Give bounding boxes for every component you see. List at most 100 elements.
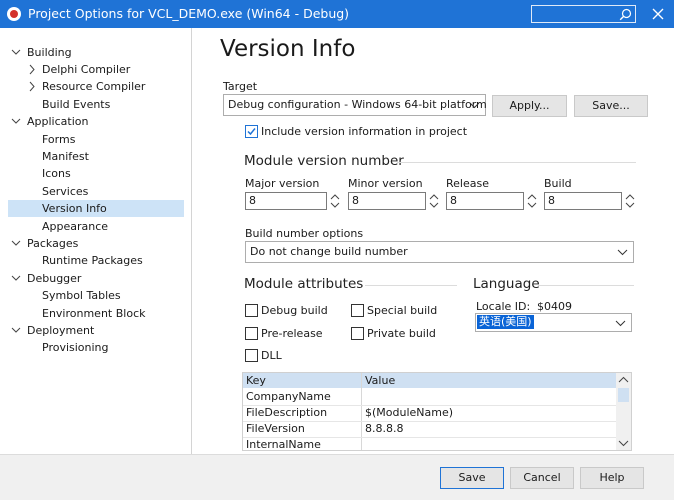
tree-item-label: Manifest <box>42 150 89 163</box>
chevron-down-icon[interactable] <box>11 113 21 130</box>
language-select[interactable]: 英语(美国) <box>475 313 632 332</box>
tree-item-build-events[interactable]: Build Events <box>8 96 183 113</box>
tree-item-label: Delphi Compiler <box>42 63 131 76</box>
tree-item-appearance[interactable]: Appearance <box>8 218 183 235</box>
tree-item-packages[interactable]: Packages <box>8 235 183 252</box>
chevron-right-icon[interactable] <box>27 61 37 78</box>
grid-value-cell[interactable]: $(ModuleName) <box>362 405 453 421</box>
grid-key-cell[interactable]: FileDescription <box>243 405 327 421</box>
pre-release-label[interactable]: Pre-release <box>261 327 323 340</box>
tree-item-icons[interactable]: Icons <box>8 165 183 182</box>
grid-value-cell[interactable] <box>362 389 365 405</box>
help-button[interactable]: Help <box>580 467 644 489</box>
section-divider <box>365 285 457 286</box>
spin-up-down-icon[interactable] <box>329 192 341 210</box>
tree-item-label: Appearance <box>42 220 109 233</box>
chevron-down-icon <box>615 320 626 327</box>
locale-id-value: $0409 <box>537 300 572 313</box>
include-version-label[interactable]: Include version information in project <box>261 125 467 138</box>
tree-item-label: Resource Compiler <box>42 80 146 93</box>
dll-checkbox[interactable] <box>245 349 258 362</box>
grid-key-cell[interactable]: FileVersion <box>243 421 305 437</box>
tree-item-label: Packages <box>27 237 79 250</box>
chevron-down-icon[interactable] <box>11 322 21 339</box>
private-build-checkbox[interactable] <box>351 327 364 340</box>
locale-id-label: Locale ID: <box>476 300 531 313</box>
options-tree: Building Delphi Compiler Resource Compil… <box>0 28 192 454</box>
tree-item-label: Symbol Tables <box>42 289 121 302</box>
pre-release-checkbox[interactable] <box>245 327 258 340</box>
scroll-down-icon[interactable] <box>618 438 629 448</box>
grid-value-cell[interactable]: 8.8.8.8 <box>362 421 403 437</box>
spin-up-down-icon[interactable] <box>526 192 538 210</box>
chevron-down-icon <box>617 249 628 256</box>
debug-build-label[interactable]: Debug build <box>261 304 328 317</box>
tree-item-resource-compiler[interactable]: Resource Compiler <box>8 78 183 95</box>
language-heading: Language <box>473 276 540 292</box>
chevron-down-icon[interactable] <box>11 270 21 287</box>
section-divider <box>397 162 636 163</box>
tree-item-runtime-packages[interactable]: Runtime Packages <box>8 252 183 269</box>
build-options-label: Build number options <box>245 227 364 240</box>
tree-item-services[interactable]: Services <box>8 183 183 200</box>
tree-item-version-info[interactable]: Version Info <box>8 200 184 217</box>
tree-item-application[interactable]: Application <box>8 113 183 130</box>
tree-item-manifest[interactable]: Manifest <box>8 148 183 165</box>
tree-item-provisioning[interactable]: Provisioning <box>8 339 183 356</box>
save-button[interactable]: Save <box>440 467 504 489</box>
minor-version-input[interactable]: 8 <box>348 192 426 210</box>
grid-scrollbar[interactable] <box>616 373 631 450</box>
grid-key-cell[interactable]: InternalName <box>243 437 321 450</box>
tree-item-debugger[interactable]: Debugger <box>8 270 183 287</box>
debug-build-checkbox[interactable] <box>245 304 258 317</box>
dialog-footer: Save Cancel Help <box>0 454 674 500</box>
window-title: Project Options for VCL_DEMO.exe (Win64 … <box>28 6 350 21</box>
grid-value-cell[interactable] <box>362 437 365 450</box>
tree-item-label: Build Events <box>42 98 111 111</box>
special-build-checkbox[interactable] <box>351 304 364 317</box>
special-build-label[interactable]: Special build <box>367 304 437 317</box>
build-options-value: Do not change build number <box>250 245 408 258</box>
spin-up-down-icon[interactable] <box>624 192 636 210</box>
scroll-thumb[interactable] <box>618 388 629 402</box>
include-version-checkbox[interactable] <box>245 125 258 138</box>
version-keys-grid[interactable]: Key Value CompanyName FileDescription $(… <box>242 372 632 451</box>
close-icon <box>652 8 664 20</box>
module-attributes-heading: Module attributes <box>244 276 364 292</box>
cancel-button[interactable]: Cancel <box>510 467 574 489</box>
chevron-down-icon[interactable] <box>11 235 21 252</box>
grid-header-value[interactable]: Value <box>362 373 395 389</box>
tree-item-deployment[interactable]: Deployment <box>8 322 183 339</box>
tree-item-label: Version Info <box>42 202 107 215</box>
version-info-page: Version Info Target Debug configuration … <box>193 28 674 454</box>
apply-button[interactable]: Apply... <box>492 95 567 117</box>
tree-item-environment-block[interactable]: Environment Block <box>8 305 183 322</box>
tree-item-symbol-tables[interactable]: Symbol Tables <box>8 287 183 304</box>
build-options-select[interactable]: Do not change build number <box>245 241 634 263</box>
title-search-input[interactable] <box>531 5 636 23</box>
major-version-input[interactable]: 8 <box>245 192 327 210</box>
save-config-button[interactable]: Save... <box>574 95 648 117</box>
tree-item-delphi-compiler[interactable]: Delphi Compiler <box>8 61 183 78</box>
private-build-label[interactable]: Private build <box>367 327 436 340</box>
tree-item-forms[interactable]: Forms <box>8 131 183 148</box>
language-select-value: 英语(美国) <box>477 315 534 329</box>
grid-header-key[interactable]: Key <box>243 373 266 389</box>
spin-up-down-icon[interactable] <box>428 192 440 210</box>
build-label: Build <box>544 177 572 190</box>
target-select[interactable]: Debug configuration - Windows 64-bit pla… <box>223 94 487 116</box>
tree-item-building[interactable]: Building <box>8 44 183 61</box>
title-bar: Project Options for VCL_DEMO.exe (Win64 … <box>0 0 674 28</box>
release-input[interactable]: 8 <box>446 192 524 210</box>
module-version-heading: Module version number <box>244 153 404 169</box>
tree-item-label: Forms <box>42 133 76 146</box>
scroll-up-icon[interactable] <box>618 375 629 385</box>
dll-label[interactable]: DLL <box>261 349 282 362</box>
close-button[interactable] <box>648 4 668 24</box>
chevron-right-icon[interactable] <box>27 78 37 95</box>
build-input[interactable]: 8 <box>544 192 622 210</box>
tree-item-label: Building <box>27 46 72 59</box>
checkmark-icon <box>247 128 256 136</box>
chevron-down-icon[interactable] <box>11 44 21 61</box>
grid-key-cell[interactable]: CompanyName <box>243 389 331 405</box>
